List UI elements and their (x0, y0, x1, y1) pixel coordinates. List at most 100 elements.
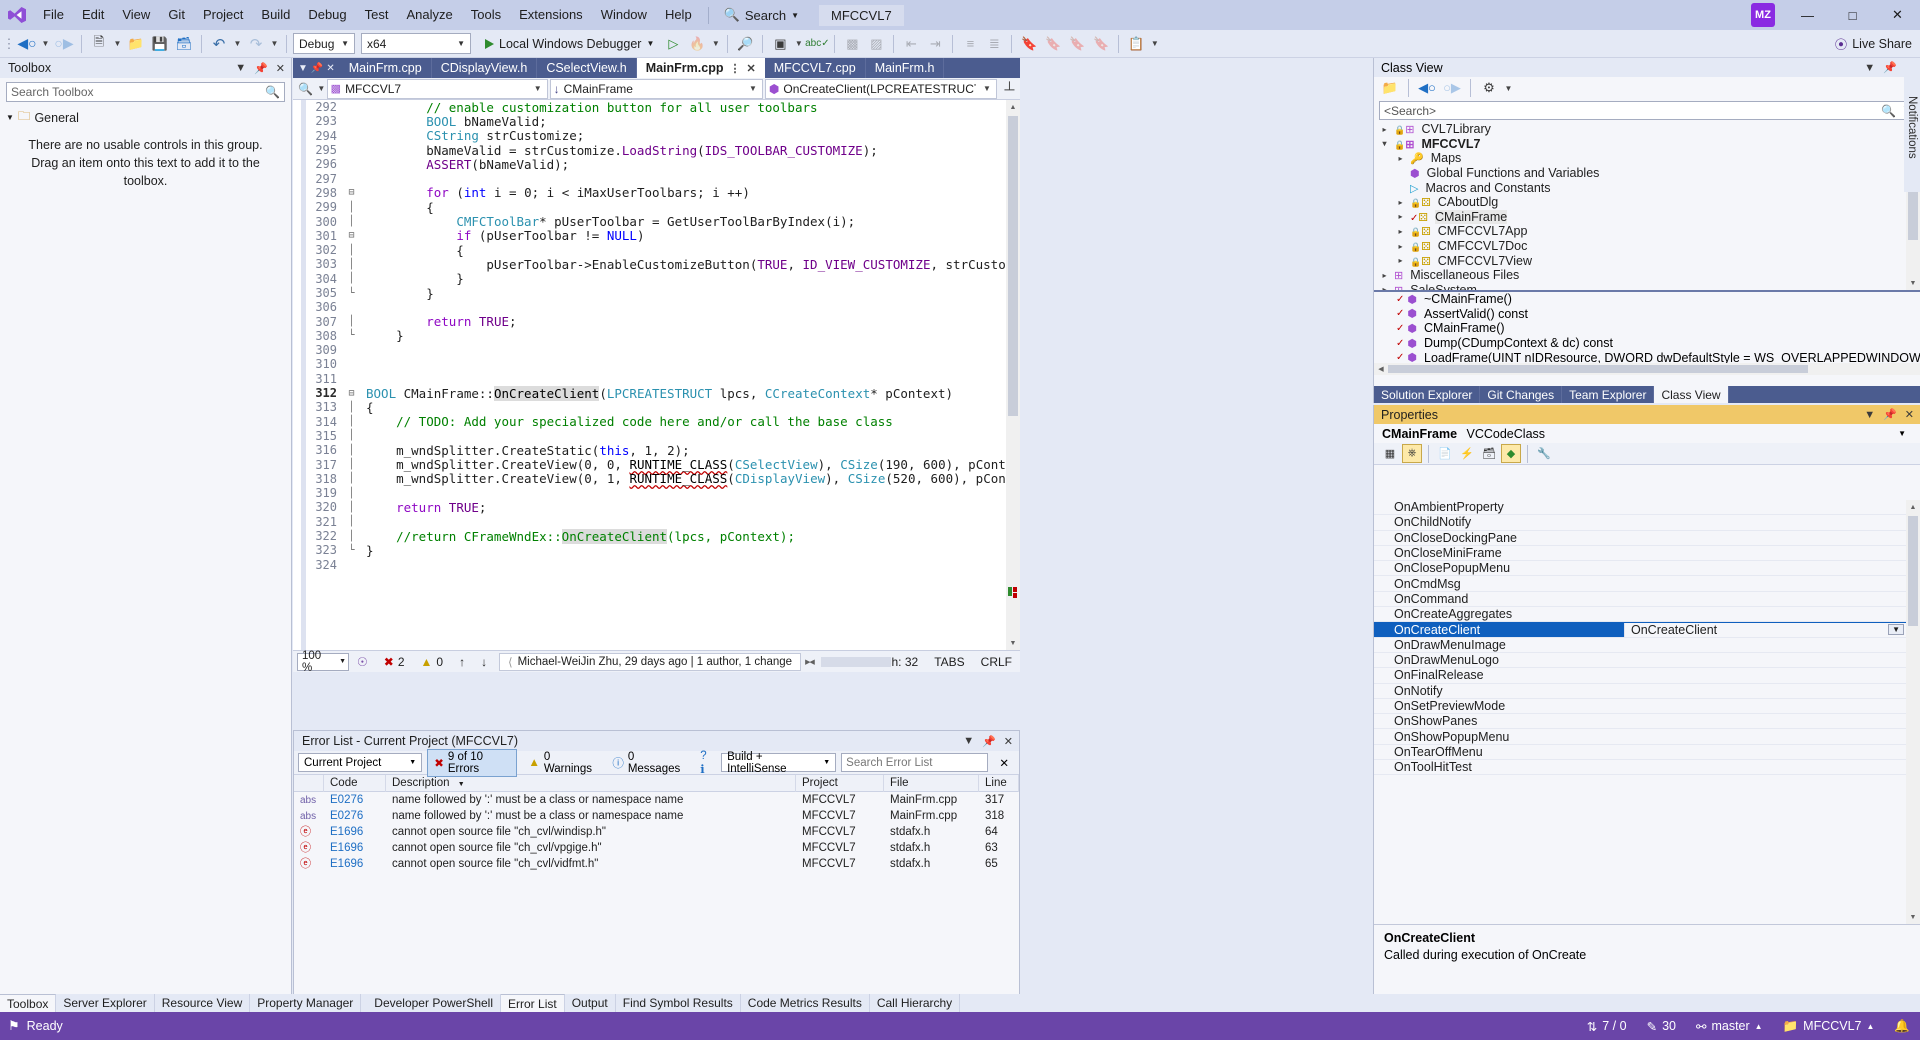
start-without-debugging-icon[interactable]: ▷ (662, 33, 684, 55)
fold-indicator-icon[interactable]: │ (345, 459, 358, 470)
property-row[interactable]: OnDrawMenuImage (1374, 638, 1906, 653)
fold-indicator-icon[interactable]: │ (345, 416, 358, 427)
code-line[interactable]: 304 │ } (293, 271, 1020, 286)
menu-window[interactable]: Window (592, 4, 656, 26)
chevron-right-icon[interactable]: ▸ (1394, 256, 1407, 265)
tab-server-explorer[interactable]: Server Explorer (56, 994, 155, 1012)
live-share-button[interactable]: ⦿ Live Share (1835, 34, 1912, 53)
property-row[interactable]: OnTearOffMenu (1374, 745, 1906, 761)
code-line[interactable]: 319 │ (293, 486, 1020, 500)
navigate-search-icon[interactable]: 🔍 (295, 78, 316, 100)
toolbox-group-general[interactable]: ▼ 🗀 General (0, 105, 291, 130)
code-line[interactable]: 318 │ m_wndSplitter.CreateView(0, 1, RUNT… (293, 471, 1020, 486)
table-row[interactable]: abs E0276 name followed by ':' must be a c… (294, 808, 1019, 824)
fold-indicator-icon[interactable]: └ (345, 288, 358, 299)
tab-property-manager[interactable]: Property Manager (250, 994, 362, 1012)
class-view-tree-item[interactable]: ▷ Macros and Constants (1378, 180, 1920, 195)
class-view-tree[interactable]: ▸ 🔒⊞ CVL7Library ▾ 🔒⊞ MFCCVL7 ▸ 🔑 Maps ⬢ Global Fu… (1374, 122, 1920, 297)
navbar-project-combo[interactable]: ▩ MFCCVL7 ▼ (326, 78, 548, 99)
tab-find-symbol-results[interactable]: Find Symbol Results (616, 994, 741, 1012)
pin-icon[interactable]: ⋮ (729, 62, 740, 75)
editor-tab-cdisplayview-h[interactable]: CDisplayView.h (431, 58, 538, 78)
code-line[interactable]: 295 bNameValid = strCustomize.LoadString… (293, 143, 1020, 158)
events-icon[interactable]: ⚡ (1457, 444, 1477, 463)
class-view-settings-gear-icon[interactable]: ⚙ (1478, 77, 1500, 99)
fold-indicator-icon[interactable]: │ (345, 202, 358, 213)
status-pending-edits[interactable]: ✎ 30 (1637, 1012, 1686, 1040)
chevron-right-icon[interactable]: ▸ (1378, 271, 1391, 280)
hot-reload-icon[interactable]: 🔥 (686, 33, 708, 55)
tab-toolbox[interactable]: Toolbox (0, 994, 57, 1012)
chevron-down-icon[interactable]: ▼ (316, 78, 327, 100)
scrollbar-thumb[interactable] (1908, 516, 1918, 626)
tab-call-hierarchy[interactable]: Call Hierarchy (870, 994, 961, 1012)
class-view-tree-item[interactable]: ▸ 🔒⚄ CAboutDlg (1378, 195, 1920, 210)
navigate-backward-dropdown[interactable]: ▼ (40, 33, 51, 55)
code-line[interactable]: 323 └} (293, 543, 1020, 558)
class-view-tree-item[interactable]: ▸ 🔒⚄ CMFCCVL7App (1378, 224, 1920, 239)
menu-help[interactable]: Help (656, 4, 701, 26)
class-view-settings-dropdown[interactable]: ▼ (1503, 77, 1514, 99)
toolbar-overflow-button[interactable]: ▼ (1149, 33, 1160, 55)
warning-count-indicator[interactable]: ▲ 0 (413, 655, 452, 669)
h-scrollbar-thumb[interactable] (821, 656, 892, 667)
minimize-button[interactable]: — (1785, 0, 1830, 30)
property-row[interactable]: OnDrawMenuLogo (1374, 653, 1906, 669)
warnings-filter-chip[interactable]: ▲ 0 Warnings (522, 750, 601, 776)
comment-icon[interactable]: ▩ (841, 33, 863, 55)
tab-resource-view[interactable]: Resource View (155, 994, 251, 1012)
editor-tab-cselectview-h[interactable]: CSelectView.h (537, 58, 637, 78)
code-line[interactable]: 302 │ { (293, 243, 1020, 258)
fold-indicator-icon[interactable]: └ (345, 330, 358, 341)
previous-bookmark-icon[interactable]: 🔖 (1042, 33, 1064, 55)
new-folder-icon[interactable]: 📁 (1379, 77, 1401, 99)
pin-icon[interactable]: 📌 (252, 62, 270, 75)
chevron-down-icon[interactable]: ▼ (961, 735, 976, 747)
code-line[interactable]: 321 │ (293, 515, 1020, 529)
property-row[interactable]: OnCloseDockingPane (1374, 531, 1906, 546)
uncomment-icon[interactable]: ▨ (865, 33, 887, 55)
scroll-down-arrow-icon[interactable]: ▼ (1906, 276, 1920, 290)
editor-tab-mainfrm-cpp-active[interactable]: MainFrm.cpp ⋮ ✕ (636, 58, 765, 78)
tab-git-changes[interactable]: Git Changes (1480, 386, 1563, 403)
fold-indicator-icon[interactable]: │ (345, 502, 358, 513)
back-icon[interactable]: ◀○ (1416, 77, 1438, 99)
code-line[interactable]: 294 CString strCustomize; (293, 128, 1020, 143)
chevron-right-icon[interactable]: ▸ (1394, 198, 1407, 207)
code-line[interactable]: 313 │ { (293, 400, 1020, 415)
editor-horizontal-scrollbar[interactable]: ◀ ▶ (805, 655, 892, 669)
code-line[interactable]: 292 // enable customization button for a… (293, 100, 1020, 115)
navigate-backward-button[interactable]: ◀○ (16, 33, 38, 55)
messages-icon[interactable]: ◆ (1501, 444, 1521, 463)
code-line[interactable]: 314 │ // TODO: Add your specialized code … (293, 414, 1020, 429)
properties-vertical-scrollbar[interactable]: ▲ ▼ (1906, 500, 1920, 924)
chevron-right-icon[interactable]: ▸ (1394, 154, 1407, 163)
menu-edit[interactable]: Edit (73, 4, 113, 26)
menu-test[interactable]: Test (356, 4, 398, 26)
zoom-level-combo[interactable]: 100 % ▼ (297, 650, 349, 674)
table-row[interactable]: ⓔ E1696 cannot open source file "ch_cvl/vp… (294, 840, 1019, 856)
scroll-right-arrow-icon[interactable]: ▶ (801, 655, 815, 669)
code-line[interactable]: 311 (293, 372, 1020, 386)
fold-indicator-icon[interactable]: ⊟ (345, 187, 358, 198)
next-issue-button[interactable]: ↓ (473, 655, 495, 669)
code-line[interactable]: 297 (293, 171, 1020, 186)
menu-tools[interactable]: Tools (462, 4, 510, 26)
properties-grid[interactable]: OnAmbientProperty OnChildNotify OnCloseDoc… (1374, 500, 1906, 924)
select-element-dropdown[interactable]: ▼ (793, 33, 804, 55)
chevron-down-icon[interactable]: ▼ (1862, 409, 1877, 421)
categorized-view-icon[interactable]: ▦ (1380, 444, 1400, 463)
status-notifications-button[interactable]: 🔔 (1884, 1012, 1920, 1040)
alphabetical-sort-icon[interactable]: ⎈ (1402, 444, 1422, 463)
chevron-right-icon[interactable]: ▸ (1394, 212, 1407, 221)
code-editor[interactable]: 292 // enable customization button for a… (293, 100, 1020, 650)
clear-search-button[interactable]: ✕ (993, 755, 1015, 771)
class-view-tree-item[interactable]: ▸ ✓⚄ CMainFrame (1378, 209, 1920, 225)
editor-tab-mainfrm-cpp-1[interactable]: MainFrm.cpp (339, 58, 432, 78)
redo-icon[interactable]: ↷ (245, 33, 267, 55)
column-file[interactable]: File (884, 774, 979, 792)
increase-line-indent-icon[interactable]: ≣ (983, 33, 1005, 55)
build-filter-combo[interactable]: Build + IntelliSense ▼ (721, 751, 837, 775)
status-branch-selector[interactable]: ⚯ master ▲ (1686, 1012, 1773, 1040)
class-member-item[interactable]: ✓ ⬢ AssertValid() const (1378, 307, 1920, 322)
